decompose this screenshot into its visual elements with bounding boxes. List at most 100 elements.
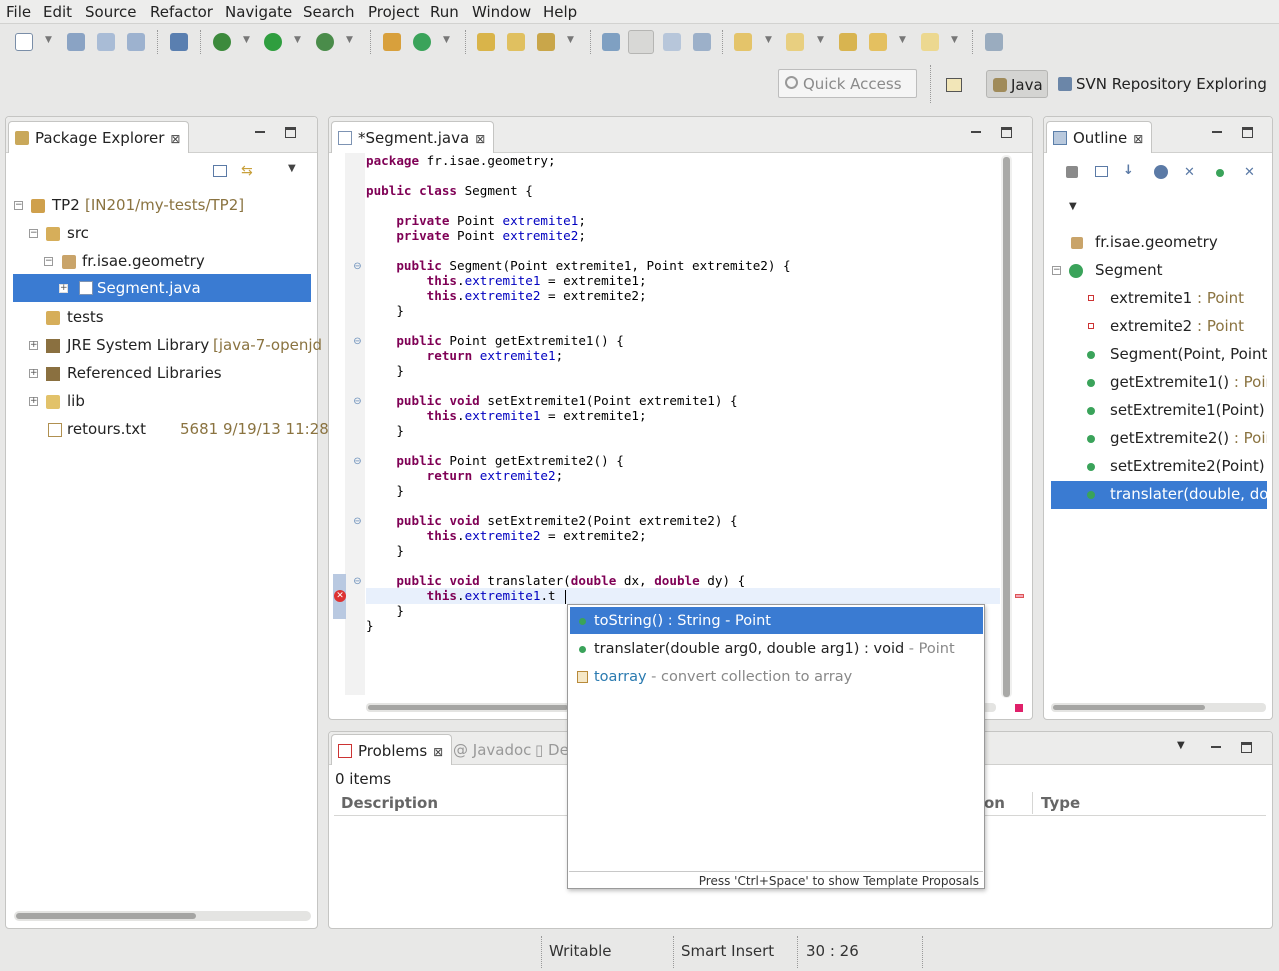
tab-problems[interactable]: Problems ⊠ (331, 734, 453, 765)
expand-icon[interactable]: + (59, 284, 68, 293)
maximize-icon[interactable] (1242, 127, 1254, 139)
open-task-icon[interactable] (507, 33, 525, 51)
forward-dropdown-icon[interactable]: ▼ (951, 36, 960, 45)
search-dropdown-icon[interactable]: ▼ (567, 36, 576, 45)
scrollbar-thumb[interactable] (1003, 157, 1010, 697)
outline-item-field[interactable]: extremite1 : Point (1051, 285, 1267, 311)
new-class-icon[interactable] (413, 33, 431, 51)
tab-package-explorer[interactable]: Package Explorer ⊠ (8, 121, 190, 153)
menu-refactor[interactable]: Refactor (150, 3, 213, 21)
tree-item-src[interactable]: − src (6, 220, 317, 246)
tree-item-jre[interactable]: + JRE System Library [java-7-openjd (6, 332, 322, 358)
collapse-all-icon[interactable] (213, 165, 227, 177)
menu-edit[interactable]: Edit (43, 3, 72, 21)
hide-fields-icon[interactable] (1154, 165, 1168, 179)
view-menu-icon[interactable]: ▼ (1177, 740, 1185, 751)
minimize-icon[interactable] (1211, 742, 1223, 754)
maximize-icon[interactable] (1001, 127, 1013, 139)
column-description[interactable]: Description (341, 794, 438, 812)
menu-navigate[interactable]: Navigate (225, 3, 292, 21)
fold-icon[interactable]: ⊖ (352, 396, 363, 407)
next-annotation-dropdown-icon[interactable]: ▼ (765, 36, 774, 45)
outline-item-method[interactable]: setExtremite2(Point) (1051, 453, 1267, 479)
completion-item-toarray[interactable]: toarray - convert collection to array (570, 663, 983, 690)
java-perspective-button[interactable]: Java (986, 70, 1048, 98)
tree-item-project[interactable]: − TP2 [IN201/my-tests/TP2] (6, 192, 317, 218)
new-class-dropdown-icon[interactable]: ▼ (443, 36, 452, 45)
focus-active-task-icon[interactable] (1066, 166, 1078, 178)
external-dropdown-icon[interactable]: ▼ (346, 36, 355, 45)
hide-static-icon[interactable]: ✕ (1184, 165, 1198, 180)
debug-dropdown-icon[interactable]: ▼ (243, 36, 252, 45)
debug-icon[interactable] (213, 33, 231, 51)
fold-icon[interactable]: ⊖ (352, 261, 363, 272)
mark-occurrences-icon[interactable] (628, 30, 654, 54)
tab-declaration[interactable]: ▯ De (535, 741, 569, 759)
tab-outline[interactable]: Outline ⊠ (1046, 121, 1153, 153)
expand-icon[interactable]: + (29, 341, 38, 350)
tree-item-referenced-libraries[interactable]: + Referenced Libraries (6, 360, 317, 386)
status-insert-mode[interactable]: Smart Insert (681, 942, 774, 960)
maximize-icon[interactable] (285, 127, 297, 139)
hide-local-types-icon[interactable]: ✕ (1244, 165, 1258, 180)
error-overview-marker[interactable] (1015, 594, 1024, 598)
outline-item-method[interactable]: getExtremite2() : Point (1051, 425, 1267, 451)
scrollbar-thumb[interactable] (1053, 705, 1205, 710)
outline-item-method[interactable]: getExtremite1() : Point (1051, 369, 1267, 395)
column-location[interactable]: on (984, 794, 1005, 812)
sort-icon[interactable]: ↓ (1123, 163, 1139, 179)
tab-segment-java[interactable]: *Segment.java ⊠ (331, 121, 495, 153)
prev-annotation-icon[interactable] (786, 33, 804, 51)
new-icon[interactable] (15, 33, 33, 51)
fold-icon[interactable]: ⊖ (352, 456, 363, 467)
close-icon[interactable]: ⊠ (475, 132, 485, 146)
completion-item-translater[interactable]: translater(double arg0, double arg1) : v… (570, 635, 983, 662)
menu-source[interactable]: Source (85, 3, 137, 21)
back-icon[interactable] (869, 33, 887, 51)
save-all-icon[interactable] (97, 33, 115, 51)
column-type[interactable]: Type (1041, 794, 1080, 812)
close-icon[interactable]: ⊠ (170, 132, 180, 146)
minimize-icon[interactable] (255, 127, 267, 139)
view-menu-icon[interactable]: ▼ (1069, 201, 1077, 212)
quick-access-input[interactable]: Quick Access (778, 69, 917, 98)
link-icon[interactable] (602, 33, 620, 51)
minimize-icon[interactable] (971, 127, 983, 139)
error-status-indicator[interactable] (1015, 704, 1023, 712)
next-annotation-icon[interactable] (734, 33, 752, 51)
link-with-editor-icon[interactable]: ⇆ (241, 163, 257, 179)
collapse-icon[interactable]: − (1052, 266, 1061, 275)
menu-project[interactable]: Project (368, 3, 419, 21)
hide-non-public-icon[interactable] (1216, 169, 1224, 177)
minimize-icon[interactable] (1212, 127, 1224, 139)
back-dropdown-icon[interactable]: ▼ (899, 36, 908, 45)
tree-item-tests[interactable]: tests (6, 304, 317, 330)
search-icon[interactable] (537, 33, 555, 51)
close-icon[interactable]: ⊠ (433, 745, 443, 759)
horizontal-scrollbar[interactable] (1051, 703, 1266, 712)
error-icon[interactable]: ✕ (334, 590, 346, 602)
outline-item-method[interactable]: setExtremite1(Point) (1051, 397, 1267, 423)
maximize-icon[interactable] (1241, 742, 1253, 754)
menu-run[interactable]: Run (430, 3, 459, 21)
new-java-project-icon[interactable] (383, 33, 401, 51)
block-selection-icon[interactable] (663, 33, 681, 51)
open-type-icon[interactable] (477, 33, 495, 51)
fold-icon[interactable]: ⊖ (352, 516, 363, 527)
code-area[interactable]: package fr.isae.geometry; public class S… (366, 153, 791, 633)
toggle-breadcrumb-icon[interactable] (170, 33, 188, 51)
collapse-icon[interactable]: − (14, 201, 23, 210)
new-dropdown-icon[interactable]: ▼ (45, 36, 54, 45)
tree-item-retours[interactable]: retours.txt 5681 9/19/13 11:28 (6, 416, 329, 442)
menu-file[interactable]: File (6, 3, 31, 21)
pin-editor-icon[interactable] (985, 33, 1003, 51)
fold-icon[interactable]: ⊖ (352, 336, 363, 347)
open-perspective-icon[interactable] (946, 78, 962, 92)
last-edit-location-icon[interactable] (839, 33, 857, 51)
outline-item-field[interactable]: extremite2 : Point (1051, 313, 1267, 339)
outline-item-method-selected[interactable]: translater(double, double) (1051, 481, 1267, 509)
forward-icon[interactable] (921, 33, 939, 51)
close-icon[interactable]: ⊠ (1133, 132, 1143, 146)
prev-annotation-dropdown-icon[interactable]: ▼ (817, 36, 826, 45)
vertical-scrollbar[interactable] (1001, 155, 1012, 698)
